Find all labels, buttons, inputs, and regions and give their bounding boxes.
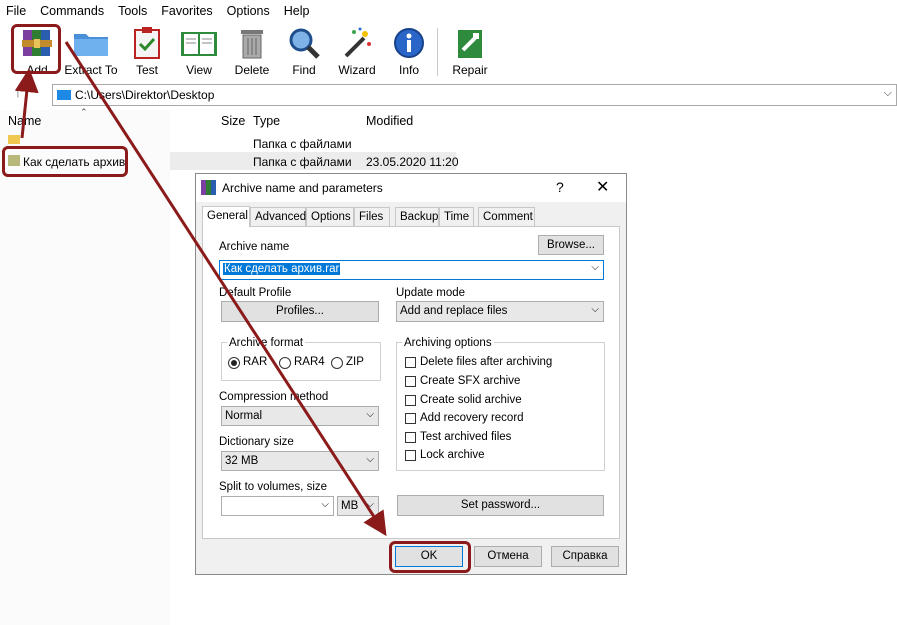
- annotation-arrow-diagonal: [64, 41, 387, 537]
- annotation-arrows: [14, 41, 387, 537]
- tab-general[interactable]: General: [202, 206, 250, 227]
- annotation-arrow-up: [14, 68, 39, 139]
